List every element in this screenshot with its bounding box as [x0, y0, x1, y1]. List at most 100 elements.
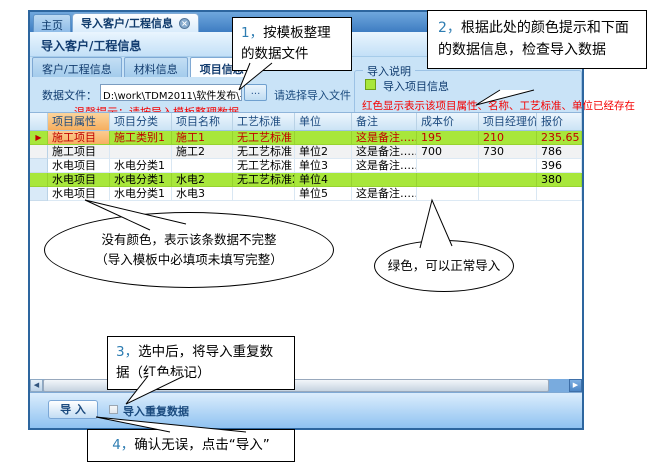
select-all-corner[interactable]	[30, 113, 48, 131]
column-header[interactable]: 工艺标准	[233, 113, 295, 131]
grid-cell[interactable]	[352, 173, 417, 187]
tab-home[interactable]: 主页	[33, 14, 71, 32]
table-row[interactable]: 水电项目水电分类1水电3 单位5这是备注…...5	[30, 187, 582, 201]
grid-cell[interactable]: 单位3	[295, 159, 352, 173]
import-button[interactable]: 导 入	[48, 400, 98, 419]
grid-cell[interactable]	[479, 173, 537, 187]
grid-cell[interactable]	[295, 131, 352, 145]
grid-cell[interactable]: 水电项目	[48, 173, 110, 187]
callout-step4: 4，确认无误，点击“导入”	[87, 429, 295, 462]
column-header[interactable]: 项目经理价	[479, 113, 537, 131]
grid-cell[interactable]	[479, 159, 537, 173]
grid-cell[interactable]	[110, 145, 172, 159]
grid-cell[interactable]: 单位4	[295, 173, 352, 187]
grid-cell[interactable]: 210	[479, 131, 537, 145]
grid-cell[interactable]: 施工项目	[48, 145, 110, 159]
scroll-left-icon[interactable]: ◀	[30, 379, 43, 392]
grid-cell[interactable]	[233, 187, 295, 201]
grid-cell[interactable]: 单位5	[295, 187, 352, 201]
grid-cell[interactable]: 700	[417, 145, 479, 159]
browse-button[interactable]: ...	[244, 84, 267, 101]
callout-step3-number: 3，	[116, 344, 139, 360]
grid-cell[interactable]	[537, 187, 582, 201]
callout-step3: 3，选中后，将导入重复数据（红色标记）	[107, 336, 295, 390]
column-header[interactable]: 项目名称	[172, 113, 233, 131]
grid-cell[interactable]: 水电项目	[48, 187, 110, 201]
grid-cell[interactable]: 235.65	[537, 131, 582, 145]
file-hint-text: 请选择导入文件	[274, 89, 351, 102]
callout-step2: 2，根据此处的颜色提示和下面的数据信息，检查导入数据	[427, 10, 647, 70]
grid-cell[interactable]: 施工项目	[48, 131, 110, 145]
table-row[interactable]: ▶施工项目施工类别1施工1无工艺标准 这是备注…...1195210235.65	[30, 131, 582, 145]
grid-cell[interactable]: 786	[537, 145, 582, 159]
table-row[interactable]: 水电项目水电分类1 无工艺标准单位3这是备注…...3 396	[30, 159, 582, 173]
green-bubble-text: 绿色，可以正常导入	[387, 258, 501, 273]
callout-step1: 1，按模板整理的数据文件	[232, 17, 352, 71]
grid-cell[interactable]: 水电分类1	[110, 159, 172, 173]
grid-cell[interactable]: 施工1	[172, 131, 233, 145]
column-header[interactable]: 成本价	[417, 113, 479, 131]
legend-title: 导入说明	[363, 63, 415, 79]
grid-cell[interactable]: 195	[417, 131, 479, 145]
tab-label: 导入客户/工程信息	[81, 17, 174, 30]
subtab-customer-project[interactable]: 客户/工程信息	[32, 57, 122, 77]
legend-item-label: 导入项目信息	[383, 80, 449, 93]
no-color-line2: （导入模板中必填项未填写完整）	[95, 252, 283, 267]
import-duplicates-label: 导入重复数据	[123, 405, 189, 418]
grid-cell[interactable]: 无工艺标准	[233, 131, 295, 145]
callout-step2-text: 根据此处的颜色提示和下面的数据信息，检查导入数据	[438, 20, 629, 58]
grid-cell[interactable]	[479, 187, 537, 201]
grid-cell[interactable]: 这是备注…...2	[352, 145, 417, 159]
grid-cell[interactable]: 水电3	[172, 187, 233, 201]
grid-cell[interactable]: 730	[479, 145, 537, 159]
grid-cell[interactable]: 水电分类1	[110, 173, 172, 187]
grid-cell[interactable]: 水电分类1	[110, 187, 172, 201]
grid-cell[interactable]: 无工艺标准	[233, 159, 295, 173]
sub-tab-bar: 客户/工程信息 材料信息 项目信息	[32, 57, 254, 77]
row-selector[interactable]	[30, 173, 48, 187]
import-duplicates-checkbox[interactable]	[109, 405, 118, 414]
grid-cell[interactable]: 这是备注…...3	[352, 159, 417, 173]
grid-cell[interactable]: 这是备注…...5	[352, 187, 417, 201]
tab-import-customer-info[interactable]: 导入客户/工程信息 ×	[72, 13, 200, 32]
grid-cell[interactable]	[417, 159, 479, 173]
data-file-input[interactable]: D:\work\TDM2011\软件发布\导入数据模板\项	[100, 84, 242, 101]
grid-cell[interactable]: 单位2	[295, 145, 352, 159]
table-row[interactable]: 水电项目 水电分类1 水电2 无工艺标准2 单位4 380	[30, 173, 582, 187]
row-selector[interactable]	[30, 145, 48, 159]
scroll-right-icon[interactable]: ▶	[569, 379, 582, 392]
grid-cell[interactable]: 施工类别1	[110, 131, 172, 145]
footer-bar: 导 入 导入重复数据	[30, 392, 582, 428]
grid-cell[interactable]: 396	[537, 159, 582, 173]
callout-step4-number: 4，	[112, 437, 135, 453]
callout-step4-text: 确认无误，点击“导入”	[134, 437, 270, 453]
grid-cell[interactable]: 无工艺标准2	[233, 173, 295, 187]
data-file-label: 数据文件：	[42, 89, 97, 102]
grid-header-row: 项目属性 项目分类 项目名称 工艺标准 单位 备注 成本价 项目经理价 报价	[30, 113, 582, 131]
callout-green-bubble: 绿色，可以正常导入	[374, 240, 514, 292]
subtab-material[interactable]: 材料信息	[123, 57, 188, 77]
callout-step2-number: 2，	[438, 20, 461, 36]
grid-cell[interactable]: 380	[537, 173, 582, 187]
green-swatch-icon	[365, 79, 376, 90]
grid-cell[interactable]	[417, 173, 479, 187]
callout-step3-text: 选中后，将导入重复数据（红色标记）	[116, 344, 274, 381]
column-header[interactable]: 报价	[537, 113, 582, 131]
row-selector-arrow-icon[interactable]: ▶	[30, 131, 48, 145]
close-tab-icon[interactable]: ×	[179, 17, 191, 29]
no-color-line1: 没有颜色，表示该条数据不完整	[101, 232, 277, 247]
column-header[interactable]: 备注	[352, 113, 417, 131]
grid-cell[interactable]: 施工2	[172, 145, 233, 159]
grid-cell[interactable]: 水电2	[172, 173, 233, 187]
column-header[interactable]: 单位	[295, 113, 352, 131]
column-header[interactable]: 项目属性	[48, 113, 110, 131]
grid-cell[interactable]	[417, 187, 479, 201]
column-header[interactable]: 项目分类	[110, 113, 172, 131]
grid-cell[interactable]	[172, 159, 233, 173]
table-row[interactable]: 施工项目 施工2无工艺标准单位2这是备注…...2700730786	[30, 145, 582, 159]
grid-cell[interactable]: 这是备注…...1	[352, 131, 417, 145]
grid-cell[interactable]: 水电项目	[48, 159, 110, 173]
row-selector[interactable]	[30, 159, 48, 173]
grid-cell[interactable]: 无工艺标准	[233, 145, 295, 159]
row-selector[interactable]	[30, 187, 48, 201]
